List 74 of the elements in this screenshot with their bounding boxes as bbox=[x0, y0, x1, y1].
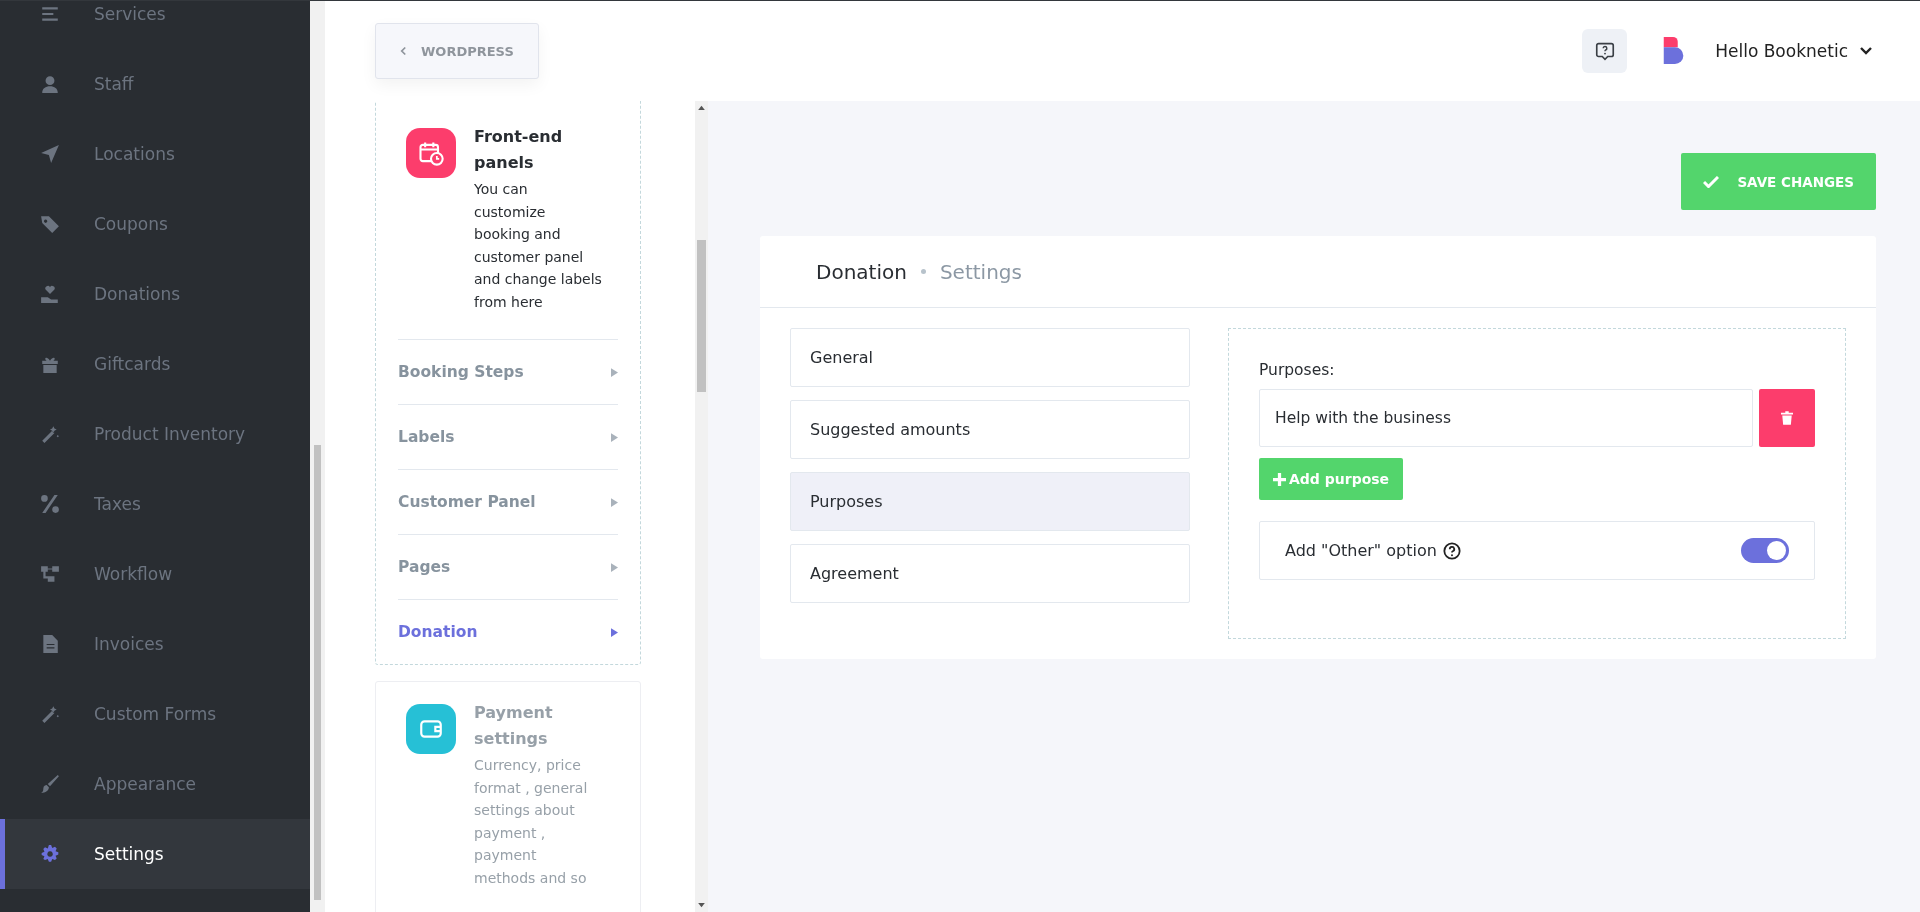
help-chat-icon bbox=[1593, 40, 1616, 62]
caret-right-icon bbox=[611, 367, 618, 377]
navigation-arrow-icon bbox=[40, 144, 60, 164]
flowchart-icon bbox=[40, 564, 60, 584]
settings-tab[interactable]: General bbox=[790, 328, 1190, 387]
sidebar-item[interactable]: Invoices bbox=[0, 609, 310, 679]
caret-right-icon bbox=[611, 562, 618, 572]
card-description: Currency, price format , general settings about payment , payment methods and so bbox=[474, 756, 589, 888]
settings-menu-item[interactable]: Donation bbox=[398, 599, 618, 664]
sidebar-item[interactable]: Appearance bbox=[0, 749, 310, 819]
plus-icon bbox=[1273, 472, 1286, 486]
settings-menu-item[interactable]: Labels bbox=[398, 404, 618, 469]
toggle-switch[interactable] bbox=[1741, 538, 1789, 563]
add-purpose-button[interactable]: Add purpose bbox=[1259, 458, 1404, 500]
sidebar-item[interactable]: Locations bbox=[0, 119, 310, 189]
chevron-left-icon bbox=[400, 46, 407, 56]
settings-card[interactable]: Front-end panels You can customize booking and customer panel and change labels from here Booking Steps Labels Customer Panel Pages Donation bbox=[375, 101, 641, 665]
user-menu[interactable]: Hello Booknetic bbox=[1715, 41, 1872, 61]
sidebar-item[interactable]: Custom Forms bbox=[0, 679, 310, 749]
sidebar-item[interactable]: Staff bbox=[0, 49, 310, 119]
help-icon bbox=[1442, 541, 1461, 560]
sidebar-item[interactable]: Services bbox=[0, 1, 310, 49]
person-icon bbox=[40, 74, 60, 94]
document-icon bbox=[40, 634, 60, 654]
sidebar-item[interactable]: Workflow bbox=[0, 539, 310, 609]
lines-icon bbox=[40, 4, 60, 24]
panel-subtitle: Settings bbox=[939, 259, 1022, 284]
settings-tab[interactable]: Agreement bbox=[790, 544, 1190, 603]
card-title: Front-end panels bbox=[474, 126, 564, 174]
save-changes-button[interactable]: SAVE CHANGES bbox=[1681, 153, 1876, 210]
magic-wand-icon bbox=[40, 704, 60, 724]
checkmark-icon bbox=[1703, 175, 1720, 188]
scrollbar-thumb[interactable] bbox=[314, 445, 321, 900]
delete-button[interactable] bbox=[1759, 389, 1815, 447]
wallet-icon bbox=[406, 704, 456, 754]
percent-icon bbox=[40, 494, 60, 514]
sidebar-item[interactable]: Giftcards bbox=[0, 329, 310, 399]
sidebar-item[interactable]: Coupons bbox=[0, 189, 310, 259]
settings-menu-item[interactable]: Customer Panel bbox=[398, 469, 618, 534]
back-button[interactable]: WORDPRESS bbox=[375, 23, 539, 79]
separator-dot bbox=[920, 269, 926, 274]
field-label: Purposes: bbox=[1259, 361, 1336, 379]
scroll-up-arrow-icon[interactable] bbox=[698, 105, 705, 110]
logo-icon bbox=[1663, 37, 1686, 65]
scroll-down-arrow-icon[interactable] bbox=[698, 903, 705, 908]
settings-tab[interactable]: Suggested amounts bbox=[790, 400, 1190, 459]
card-title: Payment settings bbox=[474, 702, 554, 750]
settings-card[interactable]: Payment settings Currency, price format , general settings about payment , payment methods and so bbox=[375, 681, 641, 912]
hand-heart-icon bbox=[40, 284, 60, 304]
paintbrush-icon bbox=[40, 774, 60, 794]
sidebar-item[interactable]: Taxes bbox=[0, 469, 310, 539]
caret-right-icon bbox=[611, 432, 618, 442]
chevron-down-icon bbox=[1860, 47, 1872, 55]
scrollbar[interactable] bbox=[310, 1, 325, 912]
scrollbar-thumb[interactable] bbox=[697, 240, 706, 392]
scrollbar[interactable] bbox=[695, 101, 708, 912]
card-description: You can customize booking and customer panel and change labels from here bbox=[474, 180, 602, 312]
magic-wand-icon bbox=[40, 424, 60, 444]
caret-right-icon bbox=[611, 497, 618, 507]
settings-menu-item[interactable]: Booking Steps bbox=[398, 339, 618, 404]
sidebar-item[interactable]: Settings bbox=[0, 819, 310, 889]
sidebar-item[interactable]: Donations bbox=[0, 259, 310, 329]
gear-icon bbox=[40, 844, 60, 864]
tag-icon bbox=[40, 214, 60, 234]
sidebar-item[interactable]: Product Inventory bbox=[0, 399, 310, 469]
settings-menu-item[interactable]: Pages bbox=[398, 534, 618, 599]
option-label: Add "Other" option bbox=[1285, 541, 1437, 560]
calendar-clock-icon bbox=[406, 128, 456, 178]
purpose-input[interactable]: Help with the business bbox=[1259, 389, 1753, 447]
help-button[interactable] bbox=[1582, 29, 1628, 73]
panel-title: Donation bbox=[816, 259, 907, 284]
settings-tab[interactable]: Purposes bbox=[790, 472, 1190, 531]
caret-right-icon bbox=[611, 627, 618, 637]
trash-icon bbox=[1781, 411, 1793, 425]
